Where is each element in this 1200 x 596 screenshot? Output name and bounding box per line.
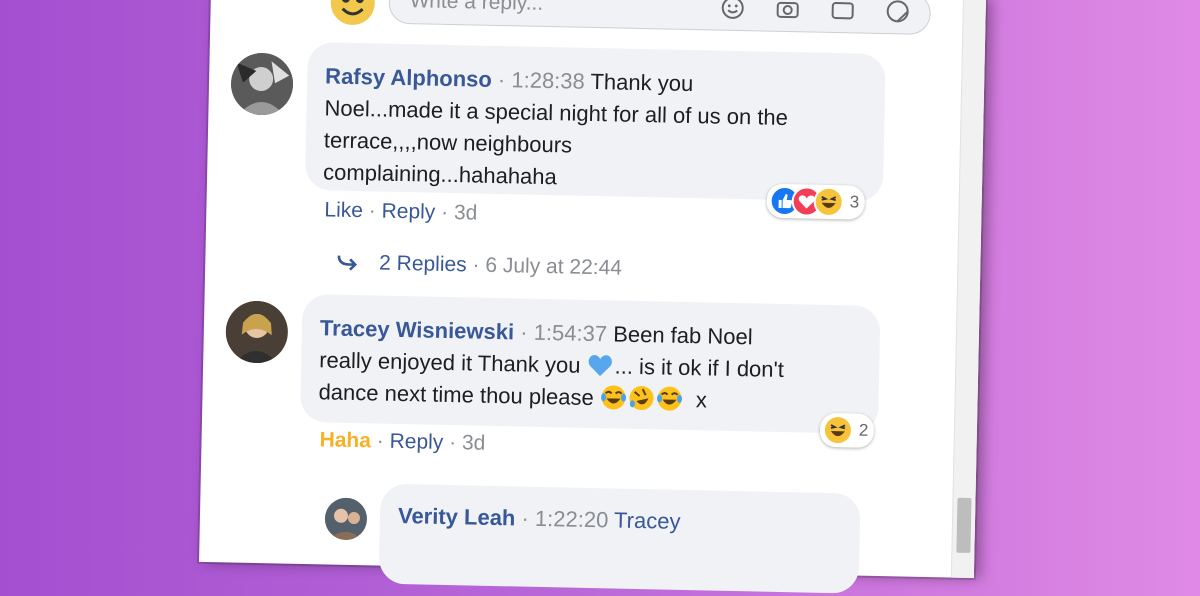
- like-button[interactable]: Like: [324, 198, 363, 222]
- comment-author[interactable]: Rafsy Alphonso: [325, 63, 492, 91]
- comment-author[interactable]: Tracey Wisniewski: [320, 315, 515, 344]
- separator: ·: [520, 319, 528, 345]
- emoji-icon[interactable]: [719, 0, 746, 21]
- reaction-count: 3: [849, 192, 860, 212]
- comment-timestamp[interactable]: 1:22:20: [535, 506, 609, 533]
- joy-emoji-icon: [656, 384, 685, 413]
- camera-icon[interactable]: [774, 0, 801, 22]
- comment-text: ... is it ok if I don't: [614, 353, 785, 383]
- comment-actions: Like · Reply · 3d: [324, 198, 477, 225]
- separator: ·: [368, 199, 377, 223]
- reply-button[interactable]: Reply: [381, 200, 435, 224]
- comment-age[interactable]: 3d: [454, 201, 478, 224]
- reply-placeholder: Write a reply...: [409, 0, 544, 15]
- comments-panel: Write a reply... Rafsy Alphonso · 1:28:3…: [199, 0, 986, 594]
- mentioned-user-link[interactable]: Tracey: [614, 508, 681, 534]
- replies-date: 6 July at 22:44: [485, 253, 623, 280]
- sticker-icon[interactable]: [884, 0, 911, 25]
- haha-reaction-icon: [813, 186, 844, 218]
- rofl-emoji-icon: [628, 384, 657, 413]
- haha-button[interactable]: Haha: [319, 428, 371, 452]
- blue-heart-emoji-icon: [586, 351, 615, 380]
- scrollbar[interactable]: [950, 0, 986, 579]
- comment-text: Thank you: [590, 68, 694, 97]
- reaction-count: 2: [858, 420, 869, 440]
- comment-author[interactable]: Verity Leah: [398, 503, 516, 530]
- separator: ·: [497, 66, 506, 93]
- comment-age[interactable]: 3d: [462, 431, 486, 454]
- comment-bubble: Tracey Wisniewski · 1:54:37 Been fab Noe…: [299, 293, 881, 435]
- reply-bubble: Verity Leah · 1:22:20 Tracey: [378, 483, 861, 594]
- view-replies[interactable]: 2 Replies · 6 July at 22:44: [335, 251, 622, 284]
- joy-emoji-icon: [600, 383, 629, 412]
- avatar[interactable]: [324, 497, 368, 541]
- current-user-avatar: [330, 0, 376, 26]
- haha-reaction-icon: [822, 414, 854, 446]
- comment-timestamp[interactable]: 1:54:37: [533, 320, 607, 347]
- avatar[interactable]: [225, 300, 289, 364]
- comment-bubble: Rafsy Alphonso · 1:28:38 Thank you Noel.…: [304, 41, 886, 203]
- comment-actions: Haha · Reply · 3d: [319, 428, 485, 455]
- separator: ·: [440, 200, 449, 224]
- avatar[interactable]: [230, 52, 294, 116]
- separator: ·: [376, 429, 385, 453]
- comment-text: complaining...hahahaha: [322, 159, 558, 190]
- separator: ·: [448, 431, 457, 455]
- reaction-summary[interactable]: 2: [819, 412, 875, 448]
- reaction-summary[interactable]: 3: [766, 183, 866, 220]
- comment-text: x: [695, 387, 708, 413]
- comment-text: really enjoyed it Thank you: [319, 347, 581, 378]
- gif-icon[interactable]: [829, 0, 856, 23]
- reply-arrow-icon: [335, 252, 366, 279]
- reply-button[interactable]: Reply: [389, 430, 443, 454]
- replies-count-link[interactable]: 2 Replies: [379, 252, 467, 277]
- scrollbar-thumb[interactable]: [956, 497, 972, 553]
- comment-text: terrace,,,,now neighbours: [323, 127, 573, 158]
- reply-input[interactable]: Write a reply...: [388, 0, 932, 36]
- separator: ·: [521, 505, 530, 531]
- comment-text: dance next time thou please: [318, 379, 594, 411]
- separator: ·: [472, 253, 480, 277]
- comment-text: Been fab Noel: [612, 321, 753, 350]
- comment-timestamp[interactable]: 1:28:38: [511, 67, 585, 94]
